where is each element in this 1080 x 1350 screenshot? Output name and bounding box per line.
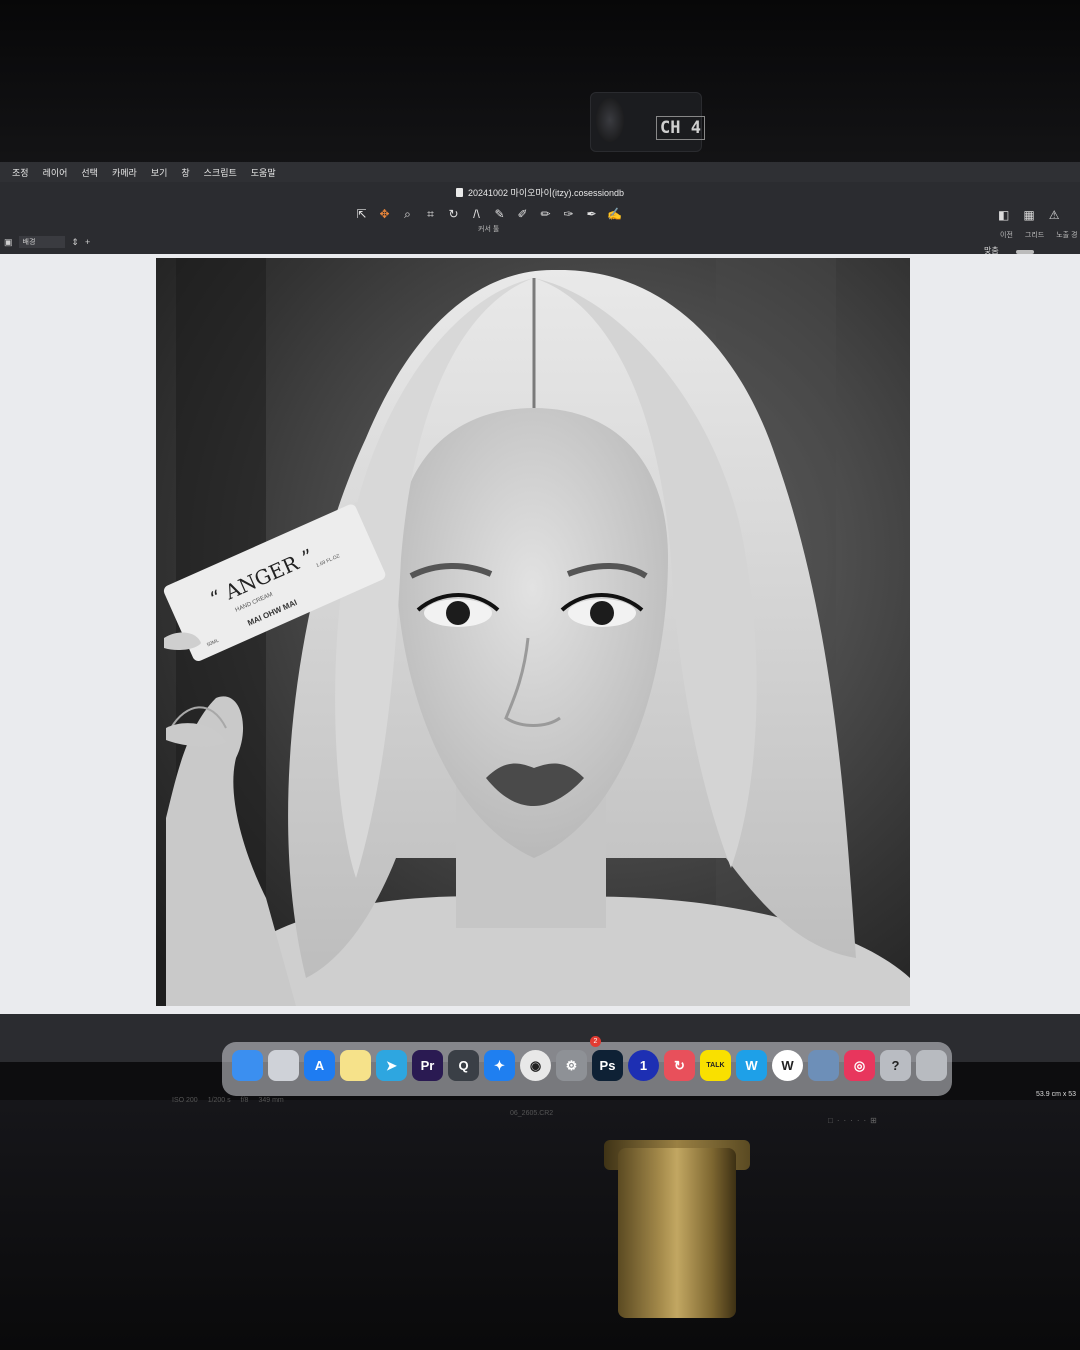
menu-view[interactable]: 보기: [151, 166, 168, 179]
onestart-icon[interactable]: 1: [628, 1050, 659, 1081]
sync-icon[interactable]: ↻: [664, 1050, 695, 1081]
viewer-page-dots[interactable]: □·····⊞: [828, 1116, 881, 1125]
menu-help[interactable]: 도움말: [251, 166, 276, 179]
document-title: 20241002 마이오마이(itzy).cosessiondb: [468, 187, 624, 198]
system-settings-icon[interactable]: ⚙: [556, 1050, 587, 1081]
aperture-value: f/8: [240, 1097, 249, 1104]
menu-select[interactable]: 선택: [81, 166, 98, 179]
word-app-icon[interactable]: W: [736, 1050, 767, 1081]
view-controls: ◧ ▦ ⚠: [998, 208, 1059, 222]
before-caption: 이전: [1000, 232, 1013, 239]
iso-value: ISO 200: [172, 1097, 198, 1104]
creative-cloud-icon[interactable]: ◎: [844, 1050, 875, 1081]
eraser-tool-icon[interactable]: ✑: [561, 207, 576, 221]
whale-icon[interactable]: W: [772, 1050, 803, 1081]
crop-tool-icon[interactable]: ⌗: [423, 207, 438, 222]
safari-icon[interactable]: ✦: [484, 1050, 515, 1081]
brush-tool-icon[interactable]: ✏: [538, 207, 553, 221]
chrome-icon[interactable]: ◉: [520, 1050, 551, 1081]
stepper-icon[interactable]: ⇕: [71, 237, 79, 248]
layer-icon: ▣: [4, 236, 13, 247]
macos-dock: A ➤ Pr Q ✦ ◉ ⚙ Ps 1 ↻ TALK W W ◎?: [222, 1042, 952, 1096]
pen-tool-icon[interactable]: ✍: [607, 207, 622, 221]
launchpad-icon[interactable]: [268, 1050, 299, 1081]
image-size-readout: 53.9 cm x 53: [1036, 1091, 1077, 1098]
kakaotalk-icon[interactable]: TALK: [700, 1050, 731, 1081]
portrait-photo: “ ANGER ” HAND CREAM MAI OHW MAI 1.69 FL…: [156, 258, 910, 1006]
grid-caption: 그리드: [1024, 232, 1045, 239]
exposure-caption: 노출 경: [1056, 232, 1078, 239]
trash-icon[interactable]: [916, 1050, 947, 1081]
premiere-pro-icon[interactable]: Pr: [412, 1050, 443, 1081]
menu-layer[interactable]: 레이어: [43, 166, 68, 179]
capture-metadata: ISO 200 1/200 s f/8 349 mm: [172, 1097, 284, 1104]
pan-tool-icon[interactable]: ✥: [377, 207, 392, 221]
add-layer-icon[interactable]: +: [85, 237, 90, 247]
layer-name[interactable]: 배경: [18, 236, 66, 248]
document-icon: [456, 187, 463, 197]
keystone-tool-icon[interactable]: /\: [469, 207, 484, 221]
annotate-tool-icon[interactable]: ✒: [584, 207, 599, 221]
menu-adjust[interactable]: 조정: [12, 166, 29, 179]
notification-badge: 2: [590, 1036, 601, 1047]
menu-window[interactable]: 창: [181, 166, 189, 179]
layer-selector[interactable]: ▣ 배경 ⇕ +: [4, 236, 90, 248]
studio-background-top: [0, 0, 1080, 170]
picker-tool-icon[interactable]: ✐: [515, 207, 530, 221]
finder-icon[interactable]: [232, 1050, 263, 1081]
rotate-tool-icon[interactable]: ↻: [446, 207, 461, 221]
grid-icon[interactable]: ▦: [1023, 208, 1034, 222]
image-viewer: “ ANGER ” HAND CREAM MAI OHW MAI 1.69 FL…: [0, 254, 1080, 1125]
zoom-tool-icon[interactable]: ⌕: [400, 207, 415, 222]
focal-value: 349 mm: [258, 1097, 284, 1104]
view-control-captions: 이전 그리드 노출 경: [1000, 230, 1077, 240]
toolbar-caption: 커서 툴: [478, 226, 500, 233]
title-bar: 20241002 마이오마이(itzy).cosessiondb: [0, 182, 1080, 202]
menu-camera[interactable]: 카메라: [112, 166, 137, 179]
device-knob: [596, 98, 624, 142]
studio-background-bottom: [0, 1100, 1080, 1350]
help-icon[interactable]: ?: [880, 1050, 911, 1081]
exposure-warning-icon[interactable]: ⚠: [1049, 208, 1060, 222]
quicktime-icon[interactable]: Q: [448, 1050, 479, 1081]
menu-scripts[interactable]: 스크립트: [204, 166, 237, 179]
photoshop-icon[interactable]: Ps: [592, 1050, 623, 1081]
telegram-icon[interactable]: ➤: [376, 1050, 407, 1081]
cursor-toolbar: ⇱ ✥ ⌕ ⌗ ↻ /\ ✎ ✐ ✏ ✑ ✒ ✍: [354, 204, 644, 224]
shutter-value: 1/200 s: [207, 1097, 231, 1104]
pointer-tool-icon[interactable]: ⇱: [354, 207, 369, 221]
capture-one-window: 조정 레이어 선택 카메라 보기 창 스크립트 도움말 20241002 마이오…: [0, 162, 1080, 1125]
notes-icon[interactable]: [340, 1050, 371, 1081]
brass-stand-pipe: [618, 1148, 736, 1318]
device-channel-label: CH 4: [656, 116, 705, 140]
app-store-icon[interactable]: A: [304, 1050, 335, 1081]
image-file-name: 06_2605.CR2: [510, 1110, 554, 1117]
preview-icon[interactable]: [808, 1050, 839, 1081]
before-after-icon[interactable]: ◧: [998, 208, 1009, 222]
menu-bar: 조정 레이어 선택 카메라 보기 창 스크립트 도움말: [0, 162, 1080, 182]
portrait-illustration: “ ANGER ” HAND CREAM MAI OHW MAI 1.69 FL…: [156, 258, 910, 1006]
spot-tool-icon[interactable]: ✎: [492, 207, 507, 221]
